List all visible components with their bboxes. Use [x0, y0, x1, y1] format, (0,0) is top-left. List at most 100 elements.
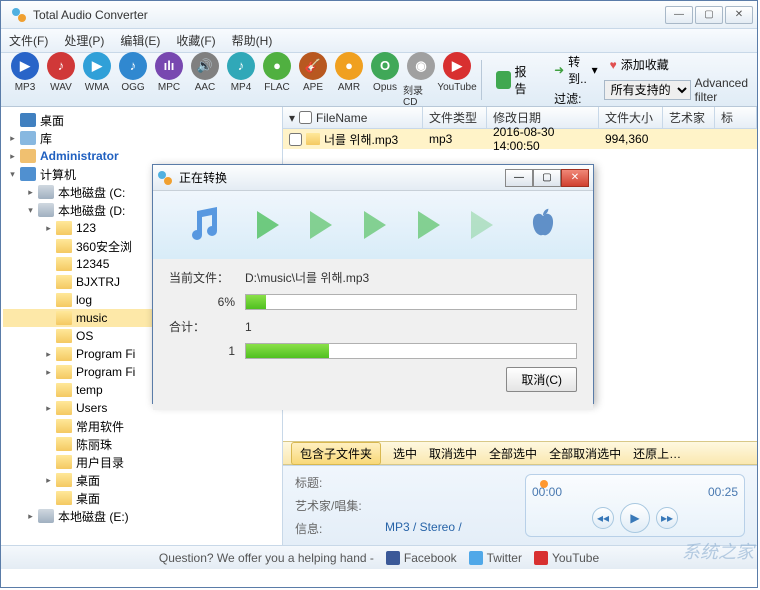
expand-icon[interactable]: ▸: [43, 403, 54, 414]
dialog-maximize-button[interactable]: ▢: [533, 169, 561, 187]
expand-icon[interactable]: ▸: [7, 133, 18, 144]
expand-icon[interactable]: [43, 421, 54, 432]
seek-handle[interactable]: [540, 480, 548, 488]
file-date: 2016-08-30 14:00:50: [487, 123, 599, 155]
selection-bar: 包含子文件夹 选中 取消选中 全部选中 全部取消选中 还原上…: [283, 441, 757, 465]
expand-icon[interactable]: [43, 241, 54, 252]
toolbar: ▶MP3♪WAV▶WMA♪OGGılıMPC🔊AAC♪MP4●FLAC🎸APE●…: [1, 53, 757, 107]
format-aac[interactable]: 🔊AAC: [187, 52, 223, 108]
convert-dialog: 正在转换 — ▢ ✕ 当前文件：D:\music\너를 위해.mp3 6% 合计…: [152, 164, 594, 404]
tree-node[interactable]: 陈丽珠: [3, 435, 280, 453]
tree-node[interactable]: ▸库: [3, 129, 280, 147]
expand-icon[interactable]: [43, 457, 54, 468]
dialog-animation: [153, 191, 593, 259]
format-mp3[interactable]: ▶MP3: [7, 52, 43, 108]
youtube-link[interactable]: YouTube: [534, 551, 599, 565]
expand-icon[interactable]: [7, 115, 18, 126]
dialog-close-button[interactable]: ✕: [561, 169, 589, 187]
folder-icon: [56, 275, 72, 289]
format-mpc[interactable]: ılıMPC: [151, 52, 187, 108]
unselect-button[interactable]: 取消选中: [429, 445, 477, 462]
expand-icon[interactable]: [43, 331, 54, 342]
tree-node[interactable]: ▸本地磁盘 (E:): [3, 507, 280, 525]
format-youtube[interactable]: ▶YouTube: [439, 52, 475, 108]
tree-label: Program Fi: [76, 347, 135, 361]
tree-node[interactable]: 桌面: [3, 111, 280, 129]
menu-edit[interactable]: 编辑(E): [120, 32, 160, 49]
favorite-button[interactable]: ♥ 添加收藏: [604, 55, 751, 74]
expand-icon[interactable]: [43, 493, 54, 504]
expand-icon[interactable]: [43, 277, 54, 288]
tree-node[interactable]: ▸桌面: [3, 471, 280, 489]
expand-icon[interactable]: ▾: [7, 169, 18, 180]
menu-process[interactable]: 处理(P): [64, 32, 104, 49]
filter-select[interactable]: 所有支持的: [604, 80, 691, 100]
format-amr[interactable]: ●AMR: [331, 52, 367, 108]
expand-icon[interactable]: ▸: [43, 475, 54, 486]
rewind-button[interactable]: ◂◂: [592, 507, 614, 529]
minimize-button[interactable]: —: [665, 6, 693, 24]
titlebar[interactable]: Total Audio Converter — ▢ ✕: [1, 1, 757, 29]
dialog-minimize-button[interactable]: —: [505, 169, 533, 187]
time-current: 00:00: [532, 485, 562, 499]
dialog-titlebar[interactable]: 正在转换 — ▢ ✕: [153, 165, 593, 191]
format-opus[interactable]: OOpus: [367, 52, 403, 108]
advanced-filter-link[interactable]: Advanced filter: [695, 76, 751, 104]
footer-question: Question? We offer you a helping hand -: [159, 551, 374, 565]
tree-label: 用户目录: [76, 454, 124, 471]
close-button[interactable]: ✕: [725, 6, 753, 24]
forward-button[interactable]: ▸▸: [656, 507, 678, 529]
twitter-link[interactable]: Twitter: [469, 551, 522, 565]
menu-favorites[interactable]: 收藏(F): [176, 32, 215, 49]
report-button[interactable]: 报告: [488, 59, 542, 101]
tree-node[interactable]: 用户目录: [3, 453, 280, 471]
expand-icon[interactable]: ▾: [25, 205, 36, 216]
format-flac[interactable]: ●FLAC: [259, 52, 295, 108]
format-icon: ▶: [83, 52, 111, 80]
col-title[interactable]: 标: [715, 107, 757, 128]
drive-icon: [38, 509, 54, 523]
select-button[interactable]: 选中: [393, 445, 417, 462]
tree-node[interactable]: ▸Administrator: [3, 147, 280, 165]
col-size[interactable]: 文件大小: [599, 107, 663, 128]
expand-icon[interactable]: ▸: [25, 187, 36, 198]
include-subfolders-button[interactable]: 包含子文件夹: [291, 442, 381, 465]
expand-icon[interactable]: ▸: [25, 511, 36, 522]
expand-icon[interactable]: [43, 439, 54, 450]
folder-icon: [56, 239, 72, 253]
file-checkbox[interactable]: [289, 133, 302, 146]
file-row[interactable]: 너를 위해.mp3mp32016-08-30 14:00:50994,360: [283, 129, 757, 149]
col-filename[interactable]: ▾ FileName: [283, 107, 423, 128]
unselectall-button[interactable]: 全部取消选中: [549, 445, 621, 462]
col-type[interactable]: 文件类型: [423, 107, 487, 128]
format-wma[interactable]: ▶WMA: [79, 52, 115, 108]
play-button[interactable]: ▶: [620, 503, 650, 533]
expand-icon[interactable]: [43, 313, 54, 324]
menu-file[interactable]: 文件(F): [9, 32, 48, 49]
expand-icon[interactable]: [43, 295, 54, 306]
cancel-button[interactable]: 取消(C): [506, 367, 577, 392]
dialog-icon: [157, 170, 173, 186]
format-mp4[interactable]: ♪MP4: [223, 52, 259, 108]
expand-icon[interactable]: [43, 385, 54, 396]
maximize-button[interactable]: ▢: [695, 6, 723, 24]
tree-node[interactable]: 桌面: [3, 489, 280, 507]
expand-icon[interactable]: ▸: [43, 349, 54, 360]
format-wav[interactable]: ♪WAV: [43, 52, 79, 108]
expand-icon[interactable]: [43, 259, 54, 270]
expand-icon[interactable]: ▸: [7, 151, 18, 162]
expand-icon[interactable]: ▸: [43, 223, 54, 234]
menu-help[interactable]: 帮助(H): [232, 32, 273, 49]
col-artist[interactable]: 艺术家: [663, 107, 715, 128]
tree-node[interactable]: 常用软件: [3, 417, 280, 435]
format-ape[interactable]: 🎸APE: [295, 52, 331, 108]
format-ogg[interactable]: ♪OGG: [115, 52, 151, 108]
selectall-checkbox[interactable]: [299, 111, 312, 124]
selectall-button[interactable]: 全部选中: [489, 445, 537, 462]
tree-label: 库: [40, 130, 52, 147]
expand-icon[interactable]: ▸: [43, 367, 54, 378]
convert-button[interactable]: ➜ 转到.. ▾: [548, 52, 604, 88]
revert-button[interactable]: 还原上…: [633, 445, 681, 462]
facebook-link[interactable]: Facebook: [386, 551, 457, 565]
format-刻录 cd[interactable]: ◉刻录 CD: [403, 52, 439, 108]
